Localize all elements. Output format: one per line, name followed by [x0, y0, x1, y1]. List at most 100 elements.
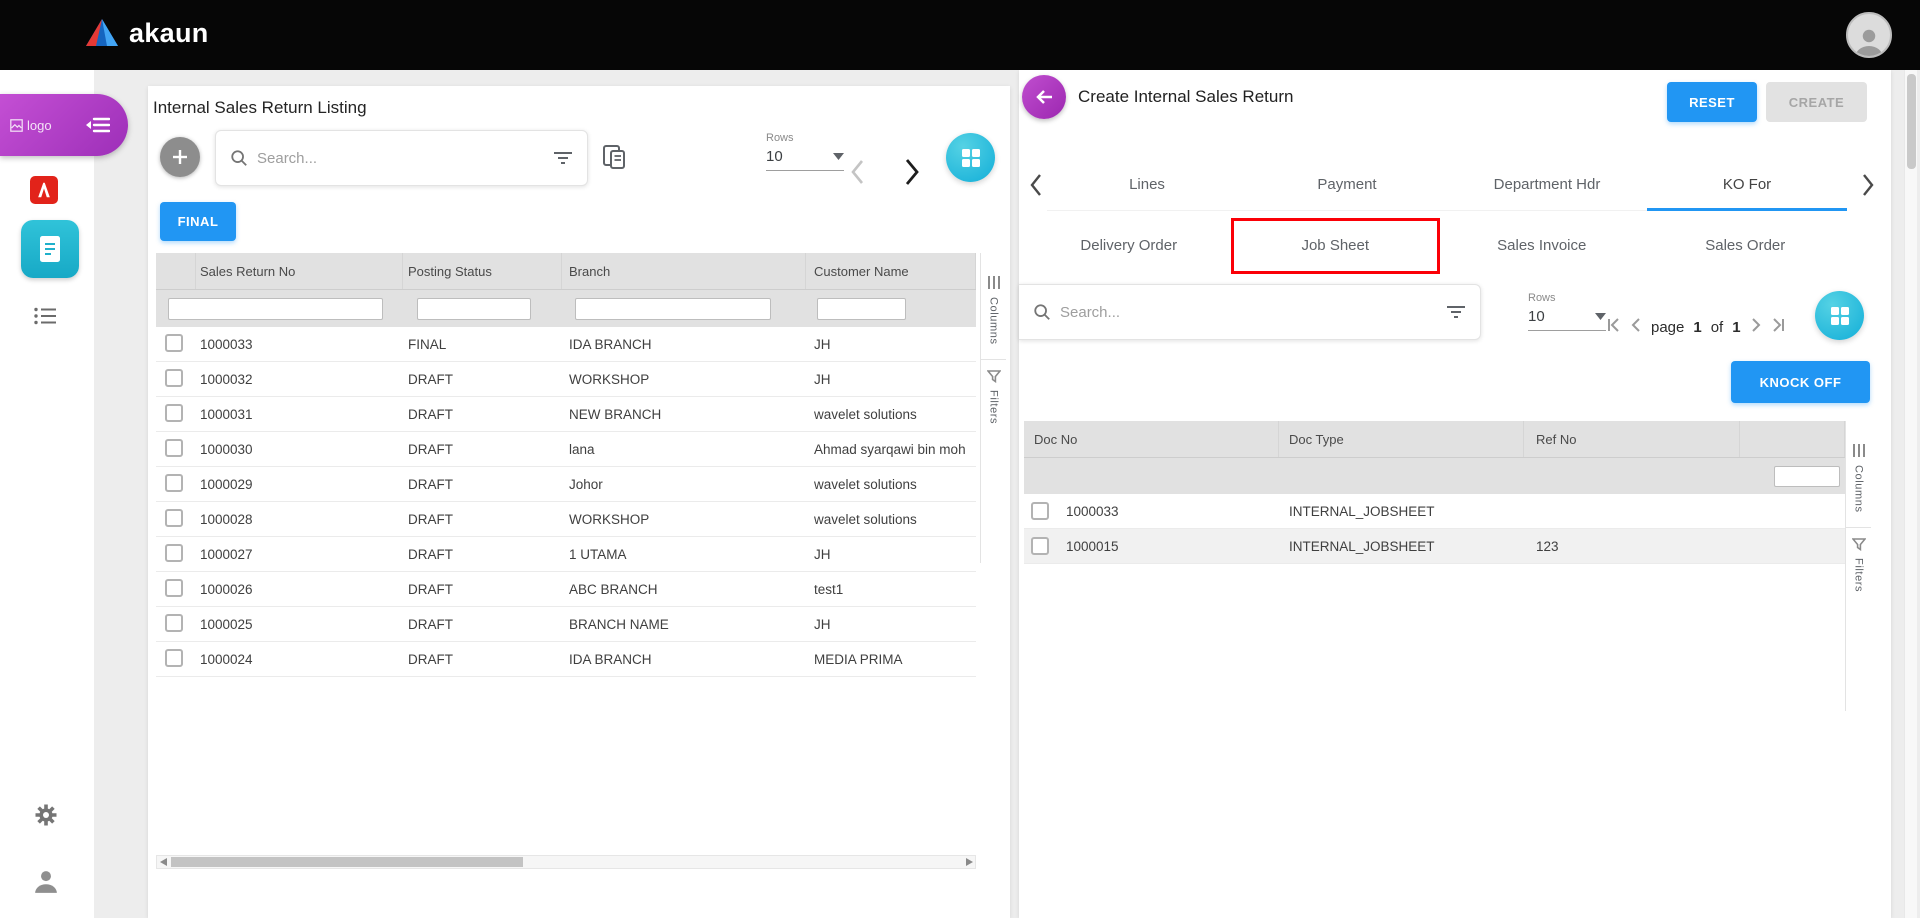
previous-page-button[interactable] — [846, 156, 870, 193]
filters-toggle[interactable]: Filters — [1853, 558, 1865, 592]
header-doc-type[interactable]: Doc Type — [1279, 421, 1524, 457]
row-checkbox[interactable] — [165, 439, 183, 457]
filter-input-sales-return-no[interactable] — [168, 298, 383, 320]
back-button[interactable] — [1022, 75, 1066, 119]
table-row[interactable]: 1000030 DRAFT lana Ahmad syarqawi bin mo… — [156, 432, 976, 467]
strip-divider — [981, 359, 1006, 360]
header-sales-return-no[interactable]: Sales Return No — [196, 253, 403, 289]
table-row[interactable]: 1000027 DRAFT 1 UTAMA JH — [156, 537, 976, 572]
columns-grip-icon[interactable] — [1852, 443, 1866, 458]
subtab-delivery-order[interactable]: Delivery Order — [1027, 218, 1231, 274]
pdf-app-icon[interactable] — [30, 176, 58, 204]
search-input[interactable] — [1060, 304, 1437, 321]
filter-icon[interactable] — [553, 149, 573, 167]
filter-input-posting-status[interactable] — [417, 298, 531, 320]
row-checkbox[interactable] — [1031, 537, 1049, 555]
cell-posting-status: DRAFT — [403, 652, 562, 667]
subtab-job-sheet[interactable]: Job Sheet — [1231, 218, 1441, 274]
sidebar-logo-badge[interactable]: logo — [0, 94, 128, 156]
brand-triangle-icon — [84, 17, 120, 49]
table-row[interactable]: 1000026 DRAFT ABC BRANCH test1 — [156, 572, 976, 607]
scrollbar-thumb[interactable] — [171, 857, 523, 867]
row-checkbox[interactable] — [1031, 502, 1049, 520]
columns-toggle[interactable]: Columns — [988, 297, 1000, 345]
scroll-right-arrow[interactable] — [963, 857, 975, 867]
row-checkbox[interactable] — [165, 369, 183, 387]
final-filter-button[interactable]: FINAL — [160, 202, 236, 241]
first-page-button[interactable] — [1605, 316, 1623, 339]
last-page-button[interactable] — [1769, 316, 1787, 339]
account-person-icon[interactable] — [33, 868, 59, 899]
table-row[interactable]: 1000025 DRAFT BRANCH NAME JH — [156, 607, 976, 642]
row-checkbox[interactable] — [165, 334, 183, 352]
table-row[interactable]: 1000015 INTERNAL_JOBSHEET 123 — [1024, 529, 1845, 564]
tabs-scroll-right-icon[interactable] — [1859, 172, 1877, 203]
subtab-sales-invoice[interactable]: Sales Invoice — [1440, 218, 1644, 274]
row-checkbox[interactable] — [165, 614, 183, 632]
knock-off-button[interactable]: KNOCK OFF — [1731, 361, 1870, 403]
columns-toggle[interactable]: Columns — [1853, 465, 1865, 513]
row-checkbox[interactable] — [165, 404, 183, 422]
settings-gear-icon[interactable] — [34, 803, 58, 832]
header-posting-status[interactable]: Posting Status — [403, 253, 562, 289]
table-row[interactable]: 1000029 DRAFT Johor wavelet solutions — [156, 467, 976, 502]
scroll-left-arrow[interactable] — [157, 857, 169, 867]
reset-button[interactable]: RESET — [1667, 82, 1757, 122]
filters-funnel-icon[interactable] — [1852, 538, 1866, 551]
row-checkbox[interactable] — [165, 649, 183, 667]
form-title: Create Internal Sales Return — [1078, 75, 1293, 119]
document-app-icon[interactable] — [21, 220, 79, 278]
filter-input-customer-name[interactable] — [817, 298, 906, 320]
subtab-sales-order[interactable]: Sales Order — [1644, 218, 1848, 274]
brand-logo[interactable]: akaun — [84, 17, 209, 49]
cell-sales-return-no: 1000028 — [196, 512, 403, 527]
doc-no-cell: 1000033 — [1024, 502, 1279, 520]
filter-input[interactable] — [1774, 466, 1840, 487]
tab-lines[interactable]: Lines — [1047, 159, 1247, 210]
cell-sales-return-no: 1000031 — [196, 407, 403, 422]
row-checkbox[interactable] — [165, 544, 183, 562]
search-input[interactable] — [257, 150, 544, 167]
filter-icon[interactable] — [1446, 303, 1466, 321]
chevron-down-icon — [833, 153, 844, 160]
layout-toggle-icon[interactable] — [600, 143, 628, 176]
scrollbar-thumb[interactable] — [1907, 74, 1916, 169]
previous-page-button[interactable] — [1628, 316, 1644, 339]
header-ref-no[interactable]: Ref No — [1524, 421, 1740, 457]
vertical-scrollbar[interactable] — [1904, 70, 1917, 918]
table-row[interactable]: 1000032 DRAFT WORKSHOP JH — [156, 362, 976, 397]
tab-department-hdr[interactable]: Department Hdr — [1447, 159, 1647, 210]
filters-funnel-icon[interactable] — [987, 370, 1001, 383]
table-row[interactable]: 1000031 DRAFT NEW BRANCH wavelet solutio… — [156, 397, 976, 432]
table-row[interactable]: 1000024 DRAFT IDA BRANCH MEDIA PRIMA — [156, 642, 976, 677]
next-page-button[interactable] — [1748, 316, 1764, 339]
horizontal-scrollbar[interactable] — [156, 855, 976, 869]
rows-per-page-control[interactable]: Rows 10 — [1528, 292, 1606, 331]
broken-image-icon — [10, 119, 23, 132]
tabs-scroll-left-icon[interactable] — [1027, 172, 1045, 203]
grid-view-button[interactable] — [946, 133, 995, 182]
filter-input-branch[interactable] — [575, 298, 771, 320]
table-row[interactable]: 1000033 FINAL IDA BRANCH JH — [156, 327, 976, 362]
list-menu-icon[interactable] — [33, 306, 57, 331]
rows-per-page-control[interactable]: Rows 10 — [766, 132, 844, 171]
tab-ko-for[interactable]: KO For — [1647, 159, 1847, 210]
row-checkbox[interactable] — [165, 579, 183, 597]
grid-view-button[interactable] — [1815, 291, 1864, 340]
header-customer-name[interactable]: Customer Name — [806, 253, 976, 289]
table-row[interactable]: 1000028 DRAFT WORKSHOP wavelet solutions — [156, 502, 976, 537]
add-button[interactable] — [160, 137, 200, 177]
row-checkbox[interactable] — [165, 474, 183, 492]
row-checkbox[interactable] — [165, 509, 183, 527]
user-avatar[interactable] — [1846, 12, 1892, 58]
header-branch[interactable]: Branch — [562, 253, 806, 289]
filters-toggle[interactable]: Filters — [988, 390, 1000, 424]
columns-grip-icon[interactable] — [987, 275, 1001, 290]
header-doc-no[interactable]: Doc No — [1024, 421, 1279, 457]
menu-collapse-icon[interactable] — [86, 115, 110, 135]
create-button[interactable]: CREATE — [1766, 82, 1867, 122]
next-page-button[interactable] — [898, 154, 924, 195]
tab-payment[interactable]: Payment — [1247, 159, 1447, 210]
table-row[interactable]: 1000033 INTERNAL_JOBSHEET — [1024, 494, 1845, 529]
cell-posting-status: DRAFT — [403, 547, 562, 562]
